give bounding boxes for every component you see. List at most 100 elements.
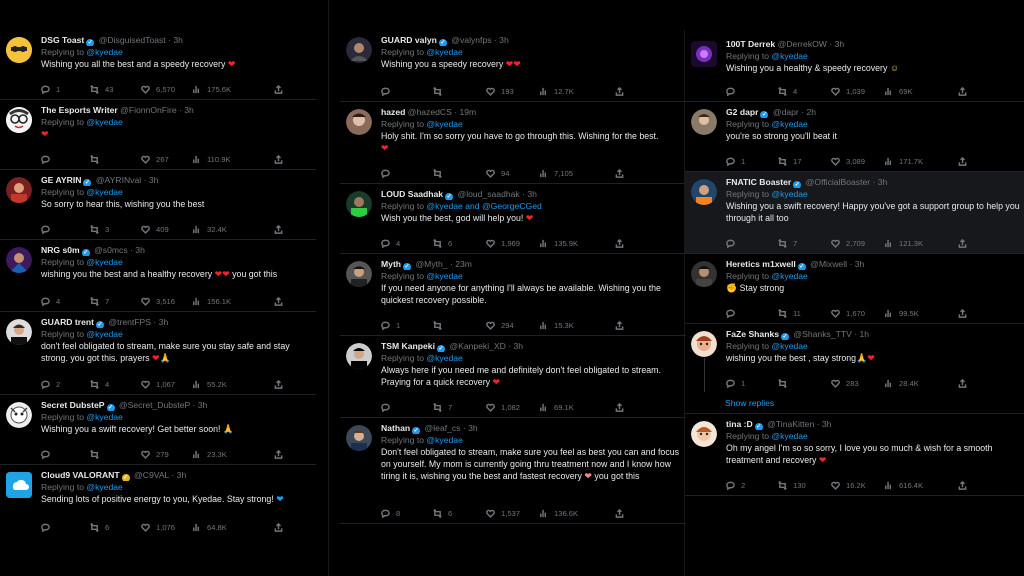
timestamp[interactable]: 3h	[159, 317, 169, 327]
reply-button[interactable]	[381, 167, 396, 179]
avatar[interactable]	[6, 472, 32, 498]
timestamp[interactable]: 3h	[835, 39, 845, 49]
share-button[interactable]	[615, 319, 624, 331]
share-button[interactable]	[615, 507, 624, 519]
tweet[interactable]: LOUD Saadhak ✓ @loud_saadhak · 3h Replyin…	[340, 184, 686, 254]
views-button[interactable]: 32.4K	[192, 223, 227, 235]
views-button[interactable]: 69K	[884, 85, 913, 97]
tweet[interactable]: The Esports Writer @FionnOnFire · 3h Rep…	[0, 100, 316, 170]
reply-mention[interactable]: @kyedae	[426, 119, 462, 129]
author-handle[interactable]: @DerrekOW	[778, 39, 827, 49]
reply-button[interactable]: 2	[41, 378, 60, 390]
reply-mention[interactable]: @kyedae	[86, 482, 122, 492]
retweet-button[interactable]: 4	[778, 85, 797, 97]
reply-button[interactable]: 1	[41, 83, 60, 95]
author-handle[interactable]: @Myth_	[415, 259, 447, 269]
reply-mention[interactable]: @kyedae	[771, 189, 807, 199]
author-handle[interactable]: @valynfps	[451, 35, 491, 45]
retweet-button[interactable]: 130	[778, 479, 806, 491]
share-button[interactable]	[958, 479, 967, 491]
timestamp[interactable]: 19m	[459, 107, 476, 117]
author-name[interactable]: FNATIC Boaster	[726, 177, 791, 187]
views-button[interactable]: 121.3K	[884, 237, 923, 249]
like-button[interactable]: 1,039	[831, 85, 865, 97]
author-name[interactable]: GE AYRIN	[41, 175, 81, 185]
tweet[interactable]: FaZe Shanks ✓ @Shanks_TTV · 1h Replying t…	[685, 324, 1024, 414]
avatar[interactable]	[691, 41, 717, 67]
reply-button[interactable]: 1	[381, 319, 400, 331]
author-handle[interactable]: @C9VAL	[134, 470, 169, 480]
share-button[interactable]	[274, 223, 283, 235]
retweet-button[interactable]: 7	[90, 295, 109, 307]
timestamp[interactable]: 3h	[855, 259, 865, 269]
author-name[interactable]: LOUD Saadhak	[381, 189, 443, 199]
timestamp[interactable]: 3h	[499, 35, 509, 45]
share-button[interactable]	[958, 377, 967, 389]
author-name[interactable]: 100T Derrek	[726, 39, 775, 49]
share-button[interactable]	[274, 83, 283, 95]
avatar[interactable]	[691, 421, 717, 447]
timestamp[interactable]: 3h	[173, 35, 183, 45]
reply-button[interactable]: 1	[726, 155, 745, 167]
reply-mention[interactable]: @kyedae	[771, 51, 807, 61]
avatar[interactable]	[346, 191, 372, 217]
tweet[interactable]: tina :D ✓ @TinaKitten · 3h Replying to @k…	[685, 414, 1024, 496]
share-button[interactable]	[615, 167, 624, 179]
reply-button[interactable]	[41, 448, 56, 460]
views-button[interactable]: 135.9K	[539, 237, 578, 249]
retweet-button[interactable]	[433, 85, 448, 97]
retweet-button[interactable]	[433, 319, 448, 331]
views-button[interactable]: 110.9K	[192, 153, 231, 165]
author-name[interactable]: Secret DubsteP	[41, 400, 105, 410]
views-button[interactable]: 12.7K	[539, 85, 574, 97]
tweet[interactable]: FNATIC Boaster ✓ @OfficialBoaster · 3h Re…	[685, 172, 1024, 254]
author-name[interactable]: G2 dapr	[726, 107, 758, 117]
views-button[interactable]: 23.3K	[192, 448, 227, 460]
timestamp[interactable]: 2h	[806, 107, 816, 117]
author-name[interactable]: GUARD trent	[41, 317, 94, 327]
timestamp[interactable]: 1h	[859, 329, 869, 339]
reply-button[interactable]: 4	[381, 237, 400, 249]
show-replies-link[interactable]: Show replies	[725, 398, 774, 408]
like-button[interactable]: 294	[486, 319, 514, 331]
tweet[interactable]: Heretics m1xwell ✓ @Mixwell · 3h Replying…	[685, 254, 1024, 324]
timestamp[interactable]: 3h	[514, 341, 524, 351]
share-button[interactable]	[958, 155, 967, 167]
reply-mention[interactable]: @kyedae	[86, 412, 122, 422]
tweet[interactable]: GE AYRIN ✓ @AYRINval · 3h Replying to @ky…	[0, 170, 316, 240]
avatar[interactable]	[346, 37, 372, 63]
reply-mention[interactable]: @kyedae	[771, 341, 807, 351]
reply-button[interactable]	[726, 85, 741, 97]
like-button[interactable]: 1,969	[486, 237, 520, 249]
author-handle[interactable]: @Kanpeki_XD	[449, 341, 506, 351]
author-name[interactable]: The Esports Writer	[41, 105, 118, 115]
like-button[interactable]: 1,082	[486, 401, 520, 413]
like-button[interactable]: 1,067	[141, 378, 175, 390]
share-button[interactable]	[274, 378, 283, 390]
share-button[interactable]	[615, 401, 624, 413]
like-button[interactable]: 2,709	[831, 237, 865, 249]
avatar[interactable]	[6, 319, 32, 345]
reply-mention[interactable]: @kyedae	[426, 271, 462, 281]
like-button[interactable]: 1,076	[141, 521, 175, 533]
reply-mention[interactable]: @kyedae	[771, 431, 807, 441]
tweet[interactable]: Myth ✓ @Myth_ · 23m Replying to @kyedae I…	[340, 254, 686, 336]
author-handle[interactable]: @AYRINval	[96, 175, 141, 185]
avatar[interactable]	[691, 179, 717, 205]
tweet[interactable]: GUARD valyn ✓ @valynfps · 3h Replying to …	[340, 30, 686, 102]
views-button[interactable]: 616.4K	[884, 479, 923, 491]
views-button[interactable]: 15.3K	[539, 319, 574, 331]
retweet-button[interactable]: 17	[778, 155, 801, 167]
reply-mention[interactable]: @kyedae	[771, 271, 807, 281]
retweet-button[interactable]	[778, 377, 793, 389]
retweet-button[interactable]	[433, 167, 448, 179]
tweet[interactable]: Nathan ✓ @leaf_cs · 3h Replying to @kyeda…	[340, 418, 686, 524]
like-button[interactable]: 283	[831, 377, 859, 389]
retweet-button[interactable]	[90, 448, 105, 460]
views-button[interactable]: 156.1K	[192, 295, 231, 307]
reply-mention[interactable]: @kyedae	[86, 187, 122, 197]
author-name[interactable]: TSM Kanpeki	[381, 341, 435, 351]
avatar[interactable]	[6, 247, 32, 273]
author-name[interactable]: Nathan	[381, 423, 410, 433]
timestamp[interactable]: 3h	[468, 423, 478, 433]
